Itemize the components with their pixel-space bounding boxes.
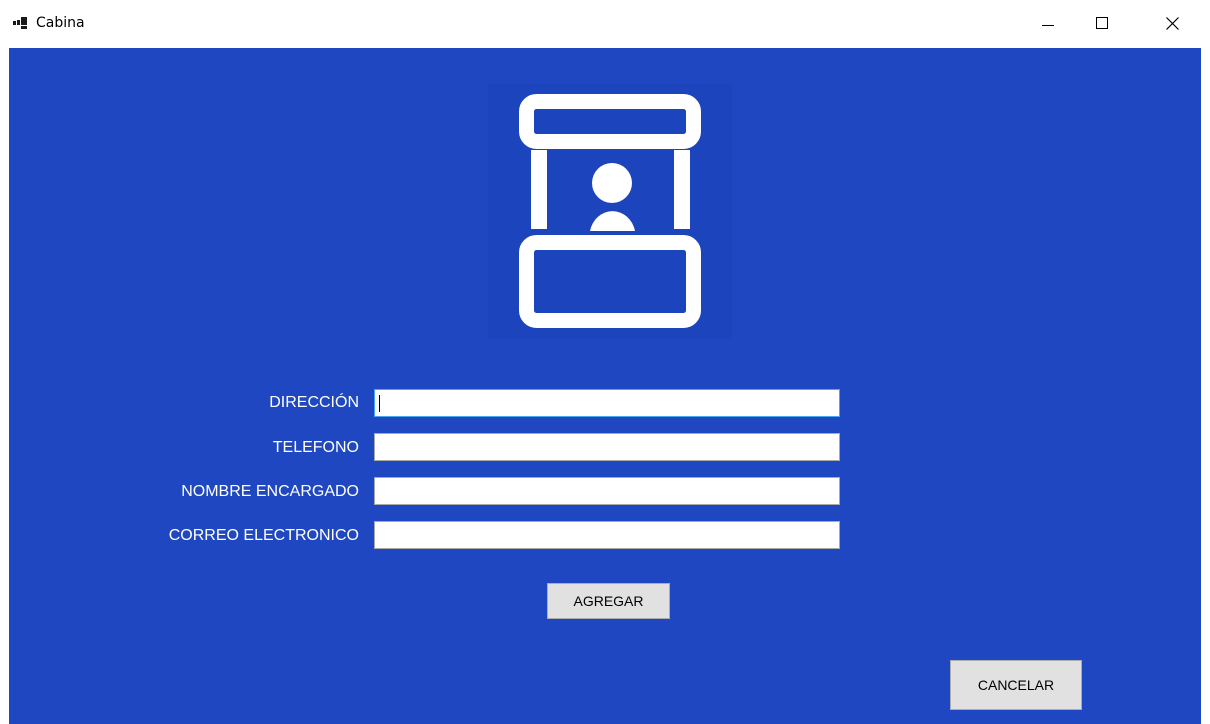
nombre-encargado-input[interactable] — [374, 477, 840, 505]
window-title: Cabina — [36, 15, 85, 31]
booth-image — [488, 84, 732, 338]
cancelar-button[interactable]: CANCELAR — [950, 660, 1082, 710]
telefono-input[interactable] — [374, 433, 840, 461]
direccion-input[interactable] — [374, 389, 840, 417]
minimize-icon — [1042, 25, 1054, 26]
field-label-nombre-encargado: NOMBRE ENCARGADO — [181, 483, 359, 500]
close-icon — [1166, 17, 1179, 30]
correo-electronico-input[interactable] — [374, 521, 840, 549]
agregar-button[interactable]: AGREGAR — [547, 583, 670, 619]
form-client-area: DIRECCIÓN TELEFONO NOMBRE ENCARGADO CORR… — [9, 48, 1201, 724]
minimize-button[interactable] — [1026, 0, 1072, 48]
close-button[interactable] — [1150, 0, 1196, 48]
app-icon — [13, 17, 27, 29]
field-label-direccion: DIRECCIÓN — [269, 394, 359, 411]
field-label-telefono: TELEFONO — [272, 439, 359, 456]
title-bar[interactable]: Cabina — [0, 0, 1210, 48]
maximize-button[interactable] — [1080, 0, 1126, 48]
field-label-correo-electronico: CORREO ELECTRONICO — [168, 527, 359, 544]
text-caret — [379, 395, 380, 412]
ticket-booth-person-icon — [519, 94, 701, 328]
maximize-icon — [1096, 17, 1108, 29]
